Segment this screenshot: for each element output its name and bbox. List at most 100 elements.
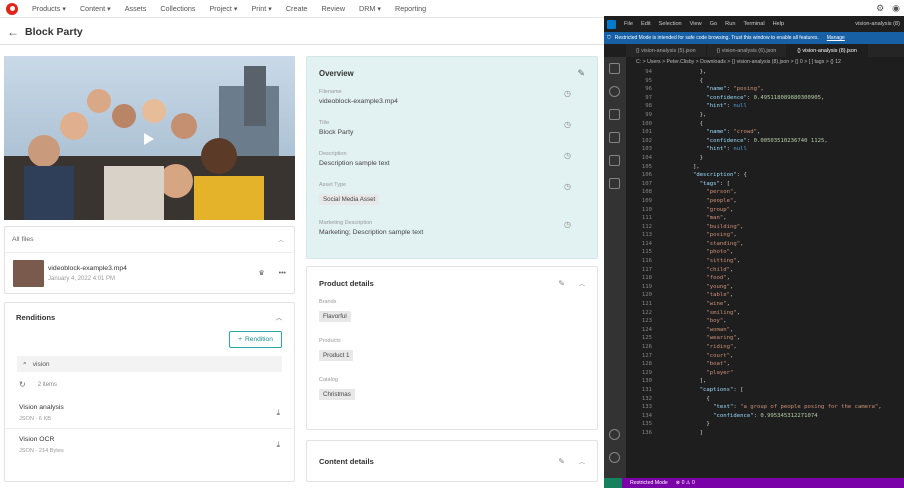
- settings-gear-icon[interactable]: [609, 452, 620, 463]
- history-icon[interactable]: ◷: [564, 120, 571, 129]
- nav-review[interactable]: Review: [321, 4, 345, 13]
- file-row[interactable]: videoblock-example3.mp4 January 4, 2022 …: [5, 253, 294, 293]
- code-line[interactable]: 96 "name": "posing",: [626, 85, 904, 94]
- menu-file[interactable]: File: [624, 21, 633, 27]
- manage-link[interactable]: Manage: [827, 35, 845, 41]
- code-line[interactable]: 114 "standing",: [626, 240, 904, 249]
- remote-indicator-icon[interactable]: [604, 478, 622, 488]
- code-line[interactable]: 101 "name": "crowd",: [626, 128, 904, 137]
- history-icon[interactable]: ◷: [564, 182, 571, 191]
- code-editor[interactable]: 94 }, 95 {96 "name": "posing", 97 "confide…: [626, 68, 904, 478]
- code-line[interactable]: 108 "person",: [626, 188, 904, 197]
- code-line[interactable]: 119 "young",: [626, 283, 904, 292]
- code-line[interactable]: 134 "confidence": 0.995345312271074: [626, 412, 904, 421]
- editor-tab-active[interactable]: {} vision-analysis (8).json: [787, 44, 868, 57]
- code-line[interactable]: 115 "photo",: [626, 248, 904, 257]
- explorer-icon[interactable]: [609, 63, 620, 74]
- code-line[interactable]: 105 ],: [626, 163, 904, 172]
- code-line[interactable]: 122 "smiling",: [626, 309, 904, 318]
- code-line[interactable]: 126 "riding",: [626, 343, 904, 352]
- gear-icon[interactable]: ⚙: [876, 3, 884, 14]
- code-line[interactable]: 106 "description": {: [626, 171, 904, 180]
- code-line[interactable]: 125 "wearing",: [626, 334, 904, 343]
- code-line[interactable]: 112 "building",: [626, 223, 904, 232]
- editor-tab[interactable]: {} vision-analysis (5).json: [626, 44, 707, 57]
- account-icon[interactable]: [609, 429, 620, 440]
- crown-icon[interactable]: ♛: [258, 269, 264, 277]
- back-arrow-icon[interactable]: ←: [7, 25, 19, 39]
- nav-reporting[interactable]: Reporting: [395, 4, 426, 13]
- menu-edit[interactable]: Edit: [641, 21, 651, 27]
- code-line[interactable]: 95 {: [626, 77, 904, 86]
- rendition-item[interactable]: Vision OCR JSON · 214 Bytes ⤓: [5, 429, 294, 461]
- run-debug-icon[interactable]: [609, 132, 620, 143]
- chevron-up-icon[interactable]: ︿: [579, 457, 585, 466]
- code-line[interactable]: 135 }: [626, 420, 904, 429]
- history-icon[interactable]: ◷: [564, 151, 571, 160]
- code-line[interactable]: 110 "group",: [626, 206, 904, 215]
- code-line[interactable]: 120 "table",: [626, 291, 904, 300]
- code-line[interactable]: 123 "boy",: [626, 317, 904, 326]
- menu-run[interactable]: Run: [725, 21, 735, 27]
- chevron-up-icon[interactable]: ︿: [278, 235, 284, 244]
- video-preview[interactable]: [4, 56, 295, 220]
- code-line[interactable]: 128 "boat",: [626, 360, 904, 369]
- code-line[interactable]: 102 "confidence": 0.00503510236740 1125,: [626, 137, 904, 146]
- edit-pencil-icon[interactable]: ✎: [577, 68, 585, 79]
- edit-pencil-icon[interactable]: ✎: [558, 279, 565, 288]
- refresh-icon[interactable]: ↻: [19, 380, 26, 389]
- code-line[interactable]: 109 "people",: [626, 197, 904, 206]
- code-line[interactable]: 131 "captions": [: [626, 386, 904, 395]
- nav-create[interactable]: Create: [286, 4, 308, 13]
- download-icon[interactable]: ⤓: [276, 440, 280, 450]
- nav-project[interactable]: Project ▾: [209, 4, 237, 13]
- add-rendition-button[interactable]: + Rendition: [229, 331, 282, 348]
- code-line[interactable]: 94 },: [626, 68, 904, 77]
- chevron-up-icon[interactable]: ︿: [276, 313, 282, 322]
- code-line[interactable]: 103 "hint": null: [626, 145, 904, 154]
- code-line[interactable]: 129 "player": [626, 369, 904, 378]
- menu-go[interactable]: Go: [710, 21, 717, 27]
- code-line[interactable]: 130 ],: [626, 377, 904, 386]
- menu-terminal[interactable]: Terminal: [743, 21, 764, 27]
- code-line[interactable]: 98 "hint": null: [626, 102, 904, 111]
- code-line[interactable]: 118 "food",: [626, 274, 904, 283]
- nav-assets[interactable]: Assets: [125, 4, 147, 13]
- more-icon[interactable]: •••: [279, 270, 286, 277]
- code-line[interactable]: 116 "sitting",: [626, 257, 904, 266]
- menu-help[interactable]: Help: [773, 21, 785, 27]
- nav-drm[interactable]: DRM ▾: [359, 4, 381, 13]
- history-icon[interactable]: ◷: [564, 220, 571, 229]
- download-icon[interactable]: ⤓: [276, 408, 280, 418]
- code-line[interactable]: 99 },: [626, 111, 904, 120]
- code-line[interactable]: 121 "wine",: [626, 300, 904, 309]
- menu-selection[interactable]: Selection: [659, 21, 682, 27]
- breadcrumb[interactable]: C: > Users > Peter.Clisby > Downloads > …: [626, 57, 904, 67]
- code-line[interactable]: 97 "confidence": 0.495118089880300905,: [626, 94, 904, 103]
- code-line[interactable]: 117 "child",: [626, 266, 904, 275]
- remote-explorer-icon[interactable]: [609, 178, 620, 189]
- code-line[interactable]: 133 "text": "a group of people posing fo…: [626, 403, 904, 412]
- search-icon[interactable]: [609, 86, 620, 97]
- code-line[interactable]: 113 "posing",: [626, 231, 904, 240]
- nav-print[interactable]: Print ▾: [251, 4, 271, 13]
- code-line[interactable]: 124 "woman",: [626, 326, 904, 335]
- edit-pencil-icon[interactable]: ✎: [558, 457, 565, 466]
- avatar[interactable]: ◉: [892, 3, 900, 14]
- source-control-icon[interactable]: [609, 109, 620, 120]
- app-logo[interactable]: [6, 2, 18, 15]
- status-restricted-mode[interactable]: Restricted Mode: [630, 480, 668, 486]
- editor-tab[interactable]: {} vision-analysis (6).json: [707, 44, 788, 57]
- code-line[interactable]: 136 ]: [626, 429, 904, 438]
- code-line[interactable]: 104 }: [626, 154, 904, 163]
- history-icon[interactable]: ◷: [564, 89, 571, 98]
- code-line[interactable]: 111 "man",: [626, 214, 904, 223]
- menu-view[interactable]: View: [690, 21, 702, 27]
- nav-products[interactable]: Products ▾: [32, 4, 66, 13]
- code-line[interactable]: 100 {: [626, 120, 904, 129]
- nav-collections[interactable]: Collections: [160, 4, 195, 13]
- extensions-icon[interactable]: [609, 155, 620, 166]
- code-line[interactable]: 132 {: [626, 395, 904, 404]
- rendition-item[interactable]: Vision analysis JSON · 6 KB ⤓: [5, 397, 294, 429]
- status-problems[interactable]: ⊗ 0 ⚠ 0: [676, 480, 695, 486]
